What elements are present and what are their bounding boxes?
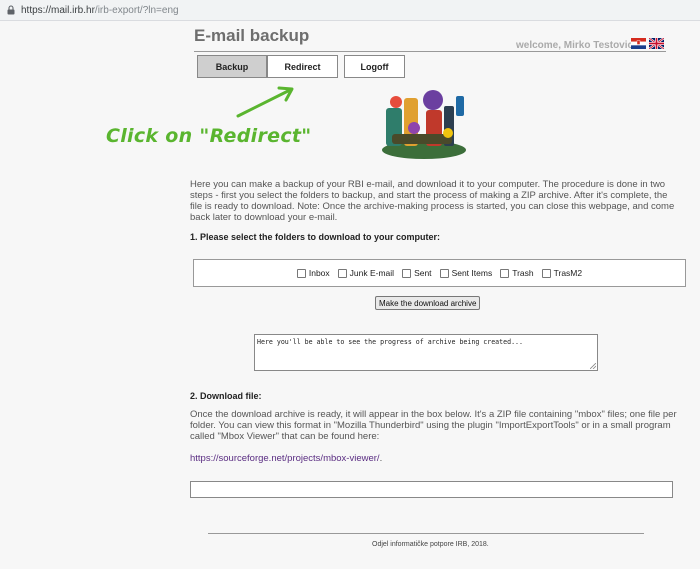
folder-checkbox-sent[interactable]: Sent — [402, 268, 432, 278]
checkbox-icon[interactable] — [296, 268, 306, 278]
make-archive-button[interactable]: Make the download archive — [375, 296, 481, 310]
header-divider — [194, 51, 666, 52]
progress-textarea[interactable]: Here you'll be able to see the progress … — [254, 334, 598, 371]
footer-divider — [208, 533, 644, 534]
section2-heading: 2. Download file: — [190, 391, 262, 401]
croatian-flag-icon[interactable] — [631, 38, 646, 49]
mbox-viewer-link-container: https://sourceforge.net/projects/mbox-vi… — [190, 453, 382, 464]
folder-checkbox-sent-items[interactable]: Sent Items — [439, 268, 493, 278]
folder-label: Inbox — [308, 268, 330, 278]
uk-flag-icon[interactable] — [649, 38, 664, 49]
lock-icon — [7, 5, 15, 15]
resize-handle-icon[interactable] — [590, 363, 596, 369]
tab-redirect[interactable]: Redirect — [267, 55, 338, 78]
folder-label: TrasM2 — [553, 268, 583, 278]
tab-logoff[interactable]: Logoff — [344, 55, 405, 78]
tab-backup[interactable]: Backup — [197, 55, 267, 78]
download-info-text: Once the download archive is ready, it w… — [190, 409, 677, 442]
mbox-viewer-link[interactable]: https://sourceforge.net/projects/mbox-vi… — [190, 453, 380, 464]
folder-label: Junk E-mail — [349, 268, 395, 278]
folder-checkbox-junk[interactable]: Junk E-mail — [337, 268, 395, 278]
checkbox-icon[interactable] — [402, 268, 412, 278]
checkbox-icon[interactable] — [439, 268, 449, 278]
checkbox-icon[interactable] — [541, 268, 551, 278]
decorative-illustration — [382, 90, 466, 159]
checkbox-icon[interactable] — [500, 268, 510, 278]
annotation-arrow-icon — [236, 86, 294, 118]
folder-label: Sent — [414, 268, 432, 278]
link-suffix: . — [379, 453, 383, 464]
folder-label: Sent Items — [451, 268, 493, 278]
intro-text: Here you can make a backup of your RBI e… — [190, 179, 675, 223]
annotation-callout: Click on "Redirect" — [106, 125, 312, 147]
page-title: E-mail backup — [194, 26, 310, 45]
folder-label: Trash — [512, 268, 534, 278]
folder-checkbox-trash[interactable]: Trash — [500, 268, 534, 278]
folder-checkbox-trash2[interactable]: TrasM2 — [541, 268, 583, 278]
checkbox-icon[interactable] — [337, 268, 347, 278]
section1-heading: 1. Please select the folders to download… — [190, 232, 441, 242]
browser-address-bar[interactable]: https://mail.irb.hr/irb-export/?ln=eng — [0, 0, 700, 21]
welcome-text: welcome, Mirko Testovic — [516, 40, 634, 51]
folder-selection-box: Inbox Junk E-mail Sent Sent Items Trash … — [193, 259, 686, 287]
progress-text: Here you'll be able to see the progress … — [257, 338, 523, 346]
url-host: https://mail.irb.hr — [21, 4, 95, 16]
footer-text: Odjel informatičke potpore IRB, 2018. — [372, 541, 489, 548]
folder-checkbox-inbox[interactable]: Inbox — [296, 268, 330, 278]
download-file-box[interactable] — [190, 481, 673, 498]
url-path: /irb-export/?ln=eng — [94, 4, 179, 16]
